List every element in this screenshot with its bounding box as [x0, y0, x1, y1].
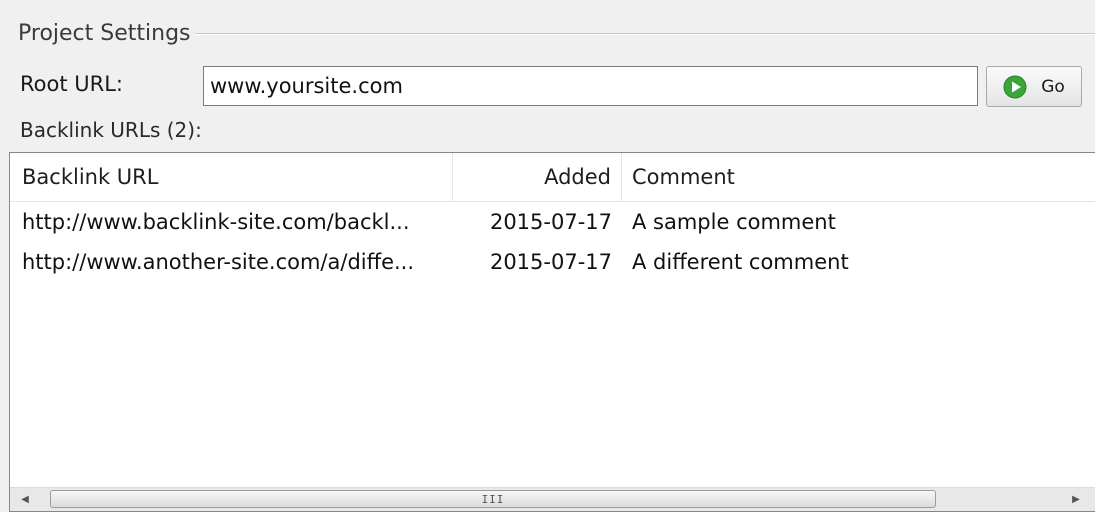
backlink-list-view[interactable]: Backlink URL Added Comment http://www.ba…	[9, 152, 1095, 512]
list-row[interactable]: http://www.backlink-site.com/backl... 20…	[10, 202, 1095, 242]
backlink-urls-label: Backlink URLs (2):	[20, 118, 202, 142]
list-body: http://www.backlink-site.com/backl... 20…	[10, 202, 1095, 282]
go-button[interactable]: Go	[986, 66, 1082, 107]
play-circle-icon	[1003, 75, 1027, 98]
cell-backlink-url: http://www.another-site.com/a/diffe...	[22, 250, 415, 274]
column-header-added[interactable]: Added	[453, 153, 622, 201]
column-header-comment[interactable]: Comment	[622, 153, 1095, 201]
list-row[interactable]: http://www.another-site.com/a/diffe... 2…	[10, 242, 1095, 282]
cell-backlink-url: http://www.backlink-site.com/backl...	[22, 210, 410, 234]
project-settings-panel: Project Settings Root URL: Go Backlink U…	[0, 0, 1095, 512]
scrollbar-thumb[interactable]: III	[50, 490, 936, 508]
cell-comment: A sample comment	[632, 210, 836, 234]
go-button-label: Go	[1041, 76, 1065, 97]
scrollbar-grip-icon: III	[481, 492, 505, 506]
scroll-left-arrow-icon[interactable]: ◀	[10, 488, 40, 511]
group-title: Project Settings	[18, 20, 191, 46]
group-divider	[194, 33, 1095, 35]
cell-added: 2015-07-17	[489, 210, 612, 234]
cell-added: 2015-07-17	[489, 250, 612, 274]
root-url-input[interactable]	[203, 66, 978, 106]
project-settings-group: Project Settings	[18, 16, 1095, 50]
scroll-right-arrow-icon[interactable]: ▶	[1061, 488, 1091, 511]
column-header-backlink-url[interactable]: Backlink URL	[10, 153, 453, 201]
root-url-label: Root URL:	[20, 72, 123, 96]
list-header: Backlink URL Added Comment	[10, 153, 1095, 202]
horizontal-scrollbar[interactable]: ◀ III ▶	[10, 487, 1095, 511]
cell-comment: A different comment	[632, 250, 849, 274]
